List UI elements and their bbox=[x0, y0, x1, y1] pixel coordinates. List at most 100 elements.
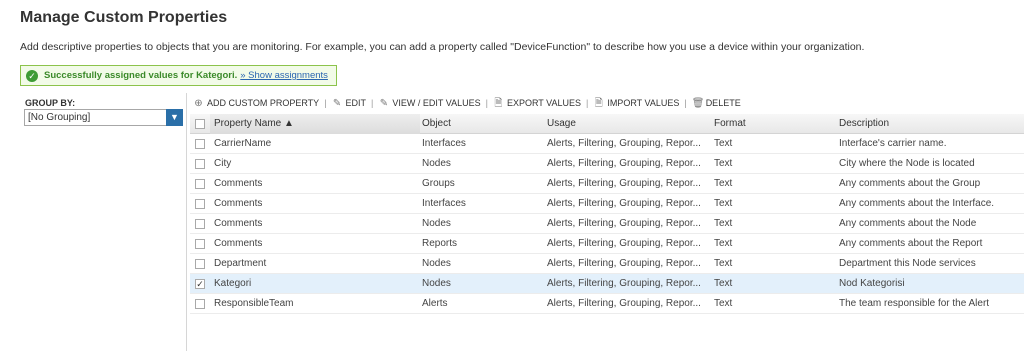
row-checkbox[interactable] bbox=[195, 299, 205, 309]
format-cell: Text bbox=[714, 298, 733, 309]
row-checkbox[interactable] bbox=[195, 259, 205, 269]
property-name-cell: Comments bbox=[214, 218, 263, 229]
property-name-cell: Comments bbox=[214, 198, 263, 209]
table-row[interactable]: Comments Groups Alerts, Filtering, Groupin… bbox=[190, 174, 1024, 194]
add-custom-property-button[interactable]: ⊕ ADD CUSTOM PROPERTY bbox=[193, 98, 319, 109]
property-name-cell: City bbox=[214, 158, 232, 169]
property-name-cell: Comments bbox=[214, 238, 263, 249]
usage-cell: Alerts, Filtering, Grouping, Repor... bbox=[547, 198, 701, 209]
pencil-icon: ✎ bbox=[379, 97, 389, 109]
add-custom-property-label: ADD CUSTOM PROPERTY bbox=[207, 98, 320, 108]
object-cell: Nodes bbox=[422, 158, 451, 169]
property-name-cell: ResponsibleTeam bbox=[214, 298, 294, 309]
table-row[interactable]: Comments Reports Alerts, Filtering, Groupi… bbox=[190, 234, 1024, 254]
plus-circle-icon: ⊕ bbox=[194, 97, 203, 109]
grid-toolbar: ⊕ ADD CUSTOM PROPERTY | ✎ EDIT | ✎ VIEW … bbox=[193, 96, 741, 110]
group-by-panel: GROUP BY: [No Grouping] ▼ bbox=[20, 93, 187, 351]
import-values-button[interactable]: 🗎 IMPORT VALUES bbox=[593, 97, 680, 109]
usage-cell: Alerts, Filtering, Grouping, Repor... bbox=[547, 218, 701, 229]
document-import-icon: 🗎 bbox=[594, 97, 603, 109]
page-title: Manage Custom Properties bbox=[20, 9, 228, 26]
pencil-icon: ✎ bbox=[332, 97, 342, 109]
grid-body: CarrierName Interfaces Alerts, Filtering, … bbox=[190, 134, 1024, 314]
object-cell: Nodes bbox=[422, 258, 451, 269]
row-checkbox[interactable] bbox=[195, 239, 205, 249]
column-header-object[interactable]: Object bbox=[420, 114, 545, 134]
check-circle-icon: ✓ bbox=[26, 69, 38, 82]
property-name-cell: CarrierName bbox=[214, 138, 272, 149]
view-edit-values-button[interactable]: ✎ VIEW / EDIT VALUES bbox=[378, 97, 481, 109]
export-values-label: EXPORT VALUES bbox=[506, 98, 581, 108]
format-cell: Text bbox=[714, 138, 733, 149]
custom-properties-grid: Property Name ▲ Object Usage Format Desc… bbox=[190, 114, 1024, 314]
description-cell: Any comments about the Interface. bbox=[839, 198, 995, 209]
property-name-cell: Kategori bbox=[214, 278, 252, 289]
format-cell: Text bbox=[714, 218, 733, 229]
manage-custom-properties-page: Manage Custom Properties Add descriptive… bbox=[0, 0, 1024, 351]
group-by-selected-value: [No Grouping] bbox=[28, 112, 91, 123]
row-checkbox[interactable]: ✓ bbox=[195, 279, 205, 289]
table-row[interactable]: Department Nodes Alerts, Filtering, Groupi… bbox=[190, 254, 1024, 274]
trash-icon: 🗑 bbox=[691, 97, 705, 109]
table-row[interactable]: City Nodes Alerts, Filtering, Grouping, Re… bbox=[190, 154, 1024, 174]
column-header-format[interactable]: Format bbox=[712, 114, 837, 134]
description-cell: Any comments about the Group bbox=[839, 178, 981, 189]
toolbar-separator: | bbox=[324, 98, 327, 108]
success-message: Successfully assigned values for Kategor… bbox=[44, 70, 238, 81]
description-cell: The team responsible for the Alert bbox=[839, 298, 990, 309]
description-cell: Any comments about the Node bbox=[839, 218, 977, 229]
table-row[interactable]: ✓ Kategori Nodes Alerts, Filtering, Groupin… bbox=[190, 274, 1024, 294]
edit-button[interactable]: ✎ EDIT bbox=[332, 97, 366, 109]
format-cell: Text bbox=[714, 178, 733, 189]
property-name-cell: Comments bbox=[214, 178, 263, 189]
property-name-cell: Department bbox=[214, 258, 267, 269]
toolbar-separator: | bbox=[371, 98, 374, 108]
description-cell: Any comments about the Report bbox=[839, 238, 983, 249]
description-cell: Interface's carrier name. bbox=[839, 138, 947, 149]
description-cell: Nod Kategorisi bbox=[839, 278, 905, 289]
object-cell: Nodes bbox=[422, 218, 451, 229]
column-header-description[interactable]: Description bbox=[837, 114, 1024, 134]
chevron-down-icon[interactable]: ▼ bbox=[166, 109, 183, 126]
column-header-usage[interactable]: Usage bbox=[545, 114, 710, 134]
row-checkbox[interactable] bbox=[195, 139, 205, 149]
format-cell: Text bbox=[714, 278, 733, 289]
group-by-select[interactable]: [No Grouping] ▼ bbox=[24, 109, 183, 126]
object-cell: Alerts bbox=[422, 298, 448, 309]
success-notice: ✓ Successfully assigned values for Kateg… bbox=[20, 65, 337, 86]
table-row[interactable]: ResponsibleTeam Alerts Alerts, Filtering, … bbox=[190, 294, 1024, 314]
document-export-icon: 🗎 bbox=[494, 97, 503, 109]
row-checkbox[interactable] bbox=[195, 199, 205, 209]
usage-cell: Alerts, Filtering, Grouping, Repor... bbox=[547, 298, 701, 309]
row-checkbox[interactable] bbox=[195, 159, 205, 169]
table-row[interactable]: Comments Nodes Alerts, Filtering, Grouping… bbox=[190, 214, 1024, 234]
select-all-checkbox[interactable] bbox=[195, 119, 205, 129]
usage-cell: Alerts, Filtering, Grouping, Repor... bbox=[547, 138, 701, 149]
show-assignments-link[interactable]: » Show assignments bbox=[240, 70, 328, 81]
row-checkbox[interactable] bbox=[195, 219, 205, 229]
page-description: Add descriptive properties to objects th… bbox=[20, 41, 865, 53]
object-cell: Nodes bbox=[422, 278, 451, 289]
group-by-label: GROUP BY: bbox=[25, 98, 76, 108]
usage-cell: Alerts, Filtering, Grouping, Repor... bbox=[547, 258, 701, 269]
toolbar-separator: | bbox=[485, 98, 488, 108]
toolbar-separator: | bbox=[684, 98, 687, 108]
export-values-button[interactable]: 🗎 EXPORT VALUES bbox=[493, 98, 581, 109]
column-header-property-name[interactable]: Property Name ▲ bbox=[210, 114, 420, 134]
delete-label: DELETE bbox=[705, 98, 741, 108]
description-cell: City where the Node is located bbox=[839, 158, 975, 169]
object-cell: Groups bbox=[422, 178, 455, 189]
row-checkbox[interactable] bbox=[195, 179, 205, 189]
usage-cell: Alerts, Filtering, Grouping, Repor... bbox=[547, 178, 701, 189]
format-cell: Text bbox=[714, 198, 733, 209]
usage-cell: Alerts, Filtering, Grouping, Repor... bbox=[547, 278, 701, 289]
object-cell: Interfaces bbox=[422, 198, 466, 209]
import-values-label: IMPORT VALUES bbox=[607, 98, 680, 108]
usage-cell: Alerts, Filtering, Grouping, Repor... bbox=[547, 158, 701, 169]
grid-header-row: Property Name ▲ Object Usage Format Desc… bbox=[190, 114, 1024, 134]
table-row[interactable]: CarrierName Interfaces Alerts, Filtering, … bbox=[190, 134, 1024, 154]
table-row[interactable]: Comments Interfaces Alerts, Filtering, Gro… bbox=[190, 194, 1024, 214]
format-cell: Text bbox=[714, 258, 733, 269]
delete-button[interactable]: 🗑 DELETE bbox=[692, 98, 741, 109]
object-cell: Reports bbox=[422, 238, 458, 249]
